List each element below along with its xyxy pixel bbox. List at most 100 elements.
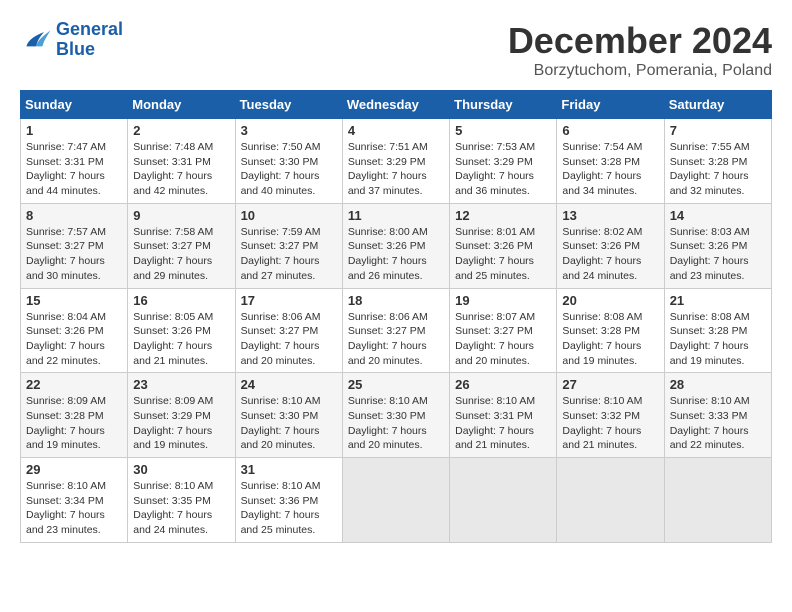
calendar-header-friday: Friday (557, 91, 664, 119)
logo-line1: General (56, 19, 123, 39)
logo-icon (20, 24, 52, 56)
day-info: Sunrise: 8:10 AMSunset: 3:34 PMDaylight:… (26, 479, 122, 538)
logo-text: General Blue (56, 20, 123, 60)
calendar-cell: 30 Sunrise: 8:10 AMSunset: 3:35 PMDayligh… (128, 458, 235, 543)
calendar-cell (342, 458, 449, 543)
day-info: Sunrise: 8:05 AMSunset: 3:26 PMDaylight:… (133, 310, 229, 369)
calendar-table: SundayMondayTuesdayWednesdayThursdayFrid… (20, 90, 772, 543)
day-info: Sunrise: 8:06 AMSunset: 3:27 PMDaylight:… (348, 310, 444, 369)
calendar-cell: 14Sunrise: 8:03 AMSunset: 3:26 PMDayligh… (664, 203, 771, 288)
calendar-cell: 26 Sunrise: 8:10 AMSunset: 3:31 PMDayligh… (450, 373, 557, 458)
calendar-cell: 21 Sunrise: 8:08 AMSunset: 3:28 PMDayligh… (664, 288, 771, 373)
day-number: 15 (26, 293, 122, 308)
day-number: 8 (26, 208, 122, 223)
day-number: 16 (133, 293, 229, 308)
calendar-cell: 1Sunrise: 7:47 AMSunset: 3:31 PMDaylight… (21, 119, 128, 204)
day-number: 30 (133, 462, 229, 477)
calendar-cell: 4 Sunrise: 7:51 AMSunset: 3:29 PMDaylight… (342, 119, 449, 204)
calendar-cell: 5 Sunrise: 7:53 AMSunset: 3:29 PMDaylight… (450, 119, 557, 204)
day-info: Sunrise: 8:10 AMSunset: 3:35 PMDaylight:… (133, 479, 229, 538)
day-number: 7 (670, 123, 766, 138)
calendar-week-row: 22Sunrise: 8:09 AMSunset: 3:28 PMDayligh… (21, 373, 772, 458)
calendar-week-row: 29 Sunrise: 8:10 AMSunset: 3:34 PMDayligh… (21, 458, 772, 543)
day-info: Sunrise: 7:57 AMSunset: 3:27 PMDaylight:… (26, 225, 122, 284)
page-header: General Blue December 2024 Borzytuchom, … (20, 20, 772, 80)
calendar-header-row: SundayMondayTuesdayWednesdayThursdayFrid… (21, 91, 772, 119)
day-info: Sunrise: 8:10 AMSunset: 3:36 PMDaylight:… (241, 479, 337, 538)
day-number: 14 (670, 208, 766, 223)
day-info: Sunrise: 8:06 AMSunset: 3:27 PMDaylight:… (241, 310, 337, 369)
day-number: 22 (26, 377, 122, 392)
day-info: Sunrise: 7:53 AMSunset: 3:29 PMDaylight:… (455, 140, 551, 199)
calendar-cell: 29 Sunrise: 8:10 AMSunset: 3:34 PMDayligh… (21, 458, 128, 543)
calendar-cell: 18 Sunrise: 8:06 AMSunset: 3:27 PMDayligh… (342, 288, 449, 373)
calendar-cell: 3Sunrise: 7:50 AMSunset: 3:30 PMDaylight… (235, 119, 342, 204)
day-number: 10 (241, 208, 337, 223)
day-info: Sunrise: 7:48 AMSunset: 3:31 PMDaylight:… (133, 140, 229, 199)
calendar-cell: 28Sunrise: 8:10 AMSunset: 3:33 PMDayligh… (664, 373, 771, 458)
calendar-cell (450, 458, 557, 543)
month-title: December 2024 (508, 20, 772, 62)
calendar-cell (557, 458, 664, 543)
calendar-week-row: 1Sunrise: 7:47 AMSunset: 3:31 PMDaylight… (21, 119, 772, 204)
day-number: 5 (455, 123, 551, 138)
calendar-cell: 9 Sunrise: 7:58 AMSunset: 3:27 PMDaylight… (128, 203, 235, 288)
day-info: Sunrise: 8:09 AMSunset: 3:29 PMDaylight:… (133, 394, 229, 453)
calendar-cell: 15 Sunrise: 8:04 AMSunset: 3:26 PMDayligh… (21, 288, 128, 373)
logo-line2: Blue (56, 39, 95, 59)
day-info: Sunrise: 8:01 AMSunset: 3:26 PMDaylight:… (455, 225, 551, 284)
day-number: 18 (348, 293, 444, 308)
calendar-cell: 6Sunrise: 7:54 AMSunset: 3:28 PMDaylight… (557, 119, 664, 204)
day-number: 4 (348, 123, 444, 138)
day-number: 23 (133, 377, 229, 392)
day-info: Sunrise: 8:10 AMSunset: 3:32 PMDaylight:… (562, 394, 658, 453)
calendar-week-row: 8 Sunrise: 7:57 AMSunset: 3:27 PMDaylight… (21, 203, 772, 288)
calendar-cell: 19Sunrise: 8:07 AMSunset: 3:27 PMDayligh… (450, 288, 557, 373)
day-info: Sunrise: 7:59 AMSunset: 3:27 PMDaylight:… (241, 225, 337, 284)
day-info: Sunrise: 7:58 AMSunset: 3:27 PMDaylight:… (133, 225, 229, 284)
day-info: Sunrise: 7:51 AMSunset: 3:29 PMDaylight:… (348, 140, 444, 199)
logo: General Blue (20, 20, 123, 60)
day-number: 17 (241, 293, 337, 308)
calendar-cell: 31Sunrise: 8:10 AMSunset: 3:36 PMDayligh… (235, 458, 342, 543)
day-number: 9 (133, 208, 229, 223)
calendar-cell: 27 Sunrise: 8:10 AMSunset: 3:32 PMDayligh… (557, 373, 664, 458)
calendar-cell (664, 458, 771, 543)
day-number: 20 (562, 293, 658, 308)
calendar-header-saturday: Saturday (664, 91, 771, 119)
day-info: Sunrise: 8:08 AMSunset: 3:28 PMDaylight:… (562, 310, 658, 369)
day-info: Sunrise: 8:07 AMSunset: 3:27 PMDaylight:… (455, 310, 551, 369)
calendar-header-thursday: Thursday (450, 91, 557, 119)
day-info: Sunrise: 8:10 AMSunset: 3:31 PMDaylight:… (455, 394, 551, 453)
day-info: Sunrise: 8:10 AMSunset: 3:30 PMDaylight:… (241, 394, 337, 453)
calendar-header-sunday: Sunday (21, 91, 128, 119)
calendar-cell: 12Sunrise: 8:01 AMSunset: 3:26 PMDayligh… (450, 203, 557, 288)
calendar-cell: 25Sunrise: 8:10 AMSunset: 3:30 PMDayligh… (342, 373, 449, 458)
day-info: Sunrise: 8:10 AMSunset: 3:30 PMDaylight:… (348, 394, 444, 453)
day-number: 1 (26, 123, 122, 138)
day-info: Sunrise: 7:50 AMSunset: 3:30 PMDaylight:… (241, 140, 337, 199)
calendar-cell: 20 Sunrise: 8:08 AMSunset: 3:28 PMDayligh… (557, 288, 664, 373)
day-number: 26 (455, 377, 551, 392)
day-number: 13 (562, 208, 658, 223)
calendar-cell: 24 Sunrise: 8:10 AMSunset: 3:30 PMDayligh… (235, 373, 342, 458)
calendar-cell: 7Sunrise: 7:55 AMSunset: 3:28 PMDaylight… (664, 119, 771, 204)
calendar-header-wednesday: Wednesday (342, 91, 449, 119)
day-info: Sunrise: 8:04 AMSunset: 3:26 PMDaylight:… (26, 310, 122, 369)
calendar-week-row: 15 Sunrise: 8:04 AMSunset: 3:26 PMDayligh… (21, 288, 772, 373)
day-info: Sunrise: 8:00 AMSunset: 3:26 PMDaylight:… (348, 225, 444, 284)
title-block: December 2024 Borzytuchom, Pomerania, Po… (508, 20, 772, 80)
day-info: Sunrise: 7:54 AMSunset: 3:28 PMDaylight:… (562, 140, 658, 199)
day-number: 2 (133, 123, 229, 138)
calendar-cell: 23 Sunrise: 8:09 AMSunset: 3:29 PMDayligh… (128, 373, 235, 458)
day-number: 27 (562, 377, 658, 392)
calendar-cell: 11Sunrise: 8:00 AMSunset: 3:26 PMDayligh… (342, 203, 449, 288)
day-info: Sunrise: 8:08 AMSunset: 3:28 PMDaylight:… (670, 310, 766, 369)
day-info: Sunrise: 8:02 AMSunset: 3:26 PMDaylight:… (562, 225, 658, 284)
day-number: 29 (26, 462, 122, 477)
day-number: 24 (241, 377, 337, 392)
day-number: 21 (670, 293, 766, 308)
calendar-cell: 8 Sunrise: 7:57 AMSunset: 3:27 PMDaylight… (21, 203, 128, 288)
calendar-cell: 22Sunrise: 8:09 AMSunset: 3:28 PMDayligh… (21, 373, 128, 458)
location: Borzytuchom, Pomerania, Poland (508, 62, 772, 80)
